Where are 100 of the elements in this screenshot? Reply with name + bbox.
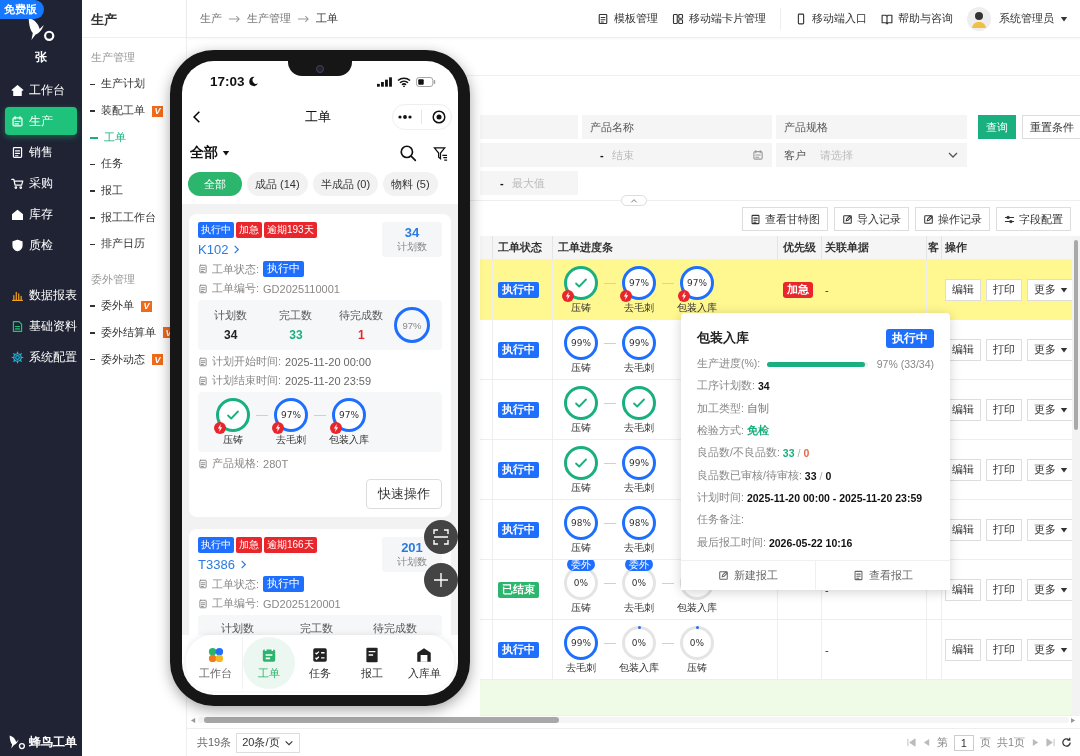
subnav-item[interactable]: 排产日历 xyxy=(82,231,145,258)
work-order-card[interactable]: 执行中 加急 逾期193天 K102 34 计划数 工单状态: 执行中 工单编号: GD2025110001 计划数 34 完工数 33 待完成数 1 97% 计划开始时间: 2025-11-20 00:00 计划结束时间: 2025-11-20 23:59 压铸 97% 去毛刺 97% 包装入库 产品规格: 280T 快速操作 xyxy=(189,214,451,517)
subnav-item[interactable]: 生产计划 xyxy=(82,71,145,98)
nav-item[interactable]: 库存 xyxy=(5,200,77,228)
order-code-link[interactable]: T3386 xyxy=(198,557,235,572)
more-button[interactable]: 更多 xyxy=(1027,518,1072,541)
header-link[interactable]: 模板管理 xyxy=(597,11,658,26)
field-value: 33 xyxy=(804,469,817,482)
quick-action-button[interactable]: 快速操作 xyxy=(366,479,442,509)
plan-count: 34 xyxy=(404,225,420,240)
user-menu[interactable]: 系统管理员 xyxy=(999,11,1068,26)
nav-item[interactable]: 工作台 xyxy=(5,76,77,104)
more-button[interactable]: 更多 xyxy=(1027,458,1072,481)
cart-icon xyxy=(11,176,24,190)
more-button[interactable]: 更多 xyxy=(1027,398,1072,421)
more-button[interactable]: 更多 xyxy=(1027,578,1072,601)
field-label: 客户 xyxy=(784,147,806,163)
tab-bar-item[interactable]: 任务 xyxy=(294,637,347,689)
column-header: 优先级 xyxy=(778,236,822,259)
step-label: 压铸 xyxy=(571,480,591,494)
next-page-icon[interactable] xyxy=(1031,738,1040,747)
subnav-item[interactable]: 装配工单 V xyxy=(82,97,163,125)
progress-ring: 0% xyxy=(622,625,656,660)
nav-item[interactable]: 系统配置 xyxy=(5,343,77,371)
action-button[interactable]: 打印 xyxy=(986,578,1022,601)
action-button[interactable]: 打印 xyxy=(986,518,1022,541)
progress-ring: 99% xyxy=(622,445,656,480)
toolbar-button[interactable]: 操作记录 xyxy=(915,207,990,231)
toolbar-button[interactable]: 字段配置 xyxy=(996,207,1071,231)
page-input[interactable]: 1 xyxy=(953,734,974,751)
scroll-thumb[interactable] xyxy=(204,717,559,723)
column-header: 关联单据 xyxy=(822,236,927,259)
filter-chip[interactable]: 半成品 (0) xyxy=(312,172,379,196)
breadcrumb-item[interactable]: 生产管理 xyxy=(247,11,291,26)
subnav-item[interactable]: 报工工作台 xyxy=(82,204,156,232)
nav-item[interactable]: 基础资料 xyxy=(5,312,77,340)
action-button[interactable]: 打印 xyxy=(986,638,1022,661)
status-badge: 执行中 xyxy=(498,341,539,358)
collapse-button[interactable] xyxy=(620,195,647,206)
filter-icon[interactable] xyxy=(433,145,448,161)
scan-icon xyxy=(433,529,449,545)
product-name-field[interactable]: 产品名称 xyxy=(582,115,772,139)
action-button[interactable]: 编辑 xyxy=(945,578,981,601)
nav-item[interactable]: 销售 xyxy=(5,138,77,166)
action-button[interactable]: 打印 xyxy=(986,278,1022,301)
subnav-item[interactable]: 委外动态 V xyxy=(82,346,163,373)
nav-item[interactable]: 质检 xyxy=(5,231,77,259)
progress-ring: 99% xyxy=(564,325,598,360)
header-link[interactable]: 移动端入口 xyxy=(795,11,867,26)
more-icon xyxy=(397,115,412,119)
reset-button[interactable]: 重置条件 xyxy=(1022,115,1080,139)
product-spec-field[interactable]: 产品规格 xyxy=(776,115,967,139)
toolbar-button[interactable]: 导入记录 xyxy=(834,207,909,231)
breadcrumb-item[interactable]: 生产 xyxy=(200,11,222,26)
nav-item[interactable]: 数据报表 xyxy=(5,281,77,309)
action-button[interactable]: 打印 xyxy=(986,398,1022,421)
plan-count: 201 xyxy=(401,540,423,555)
more-button[interactable]: 更多 xyxy=(1027,278,1072,301)
status-badge: 已结束 xyxy=(498,581,539,598)
action-button[interactable]: 编辑 xyxy=(945,278,981,301)
phone-icon xyxy=(795,12,807,25)
work-order-card[interactable]: 执行中 加急 逾期166天 T3386 201 计划数 工单状态: 执行中 工单编号: GD2025120001 计划数 完工数 待完成数 xyxy=(189,529,451,635)
first-page-icon[interactable] xyxy=(906,738,916,747)
action-button[interactable]: 打印 xyxy=(986,338,1022,361)
tab-bar-item[interactable]: 工作台 xyxy=(190,637,243,689)
scope-dropdown[interactable]: 全部 xyxy=(190,144,230,162)
new-report-button[interactable]: 新建报工 xyxy=(681,561,815,590)
previous-page-icon[interactable] xyxy=(921,738,931,747)
field-label: 工单状态: xyxy=(212,576,260,592)
grid-icon xyxy=(206,645,225,664)
field-label: 工单编号: xyxy=(212,596,260,611)
toolbar-button[interactable]: 查看甘特图 xyxy=(742,207,828,231)
subnav-item[interactable]: 委外单 V xyxy=(82,292,152,320)
action-button[interactable]: 打印 xyxy=(986,458,1022,481)
tab-bar-item[interactable]: 入库单 xyxy=(398,637,450,689)
action-button[interactable]: 编辑 xyxy=(945,638,981,661)
view-report-button[interactable]: 查看报工 xyxy=(815,561,950,590)
step-label: 压铸 xyxy=(571,600,591,614)
caret-icon xyxy=(1060,285,1068,294)
field-label: 任务备注: xyxy=(697,513,744,528)
tab-bar-item[interactable]: 报工 xyxy=(346,637,399,689)
more-button[interactable]: 更多 xyxy=(1027,338,1072,361)
search-icon[interactable] xyxy=(399,144,417,162)
nav-item[interactable]: 采购 xyxy=(5,169,77,197)
filter-chip[interactable]: 成品 (14) xyxy=(247,172,308,196)
last-page-icon[interactable] xyxy=(1046,738,1055,747)
caret-icon xyxy=(1060,405,1068,414)
header-link[interactable]: 帮助与咨询 xyxy=(881,11,953,26)
order-code-link[interactable]: K102 xyxy=(198,242,229,257)
column-header: 客 xyxy=(927,236,942,259)
filter-chip[interactable]: 物料 (5) xyxy=(383,172,438,196)
subnav-item[interactable]: 任务 xyxy=(82,151,123,178)
subnav-item[interactable]: 报工 xyxy=(82,177,123,205)
avatar-icon xyxy=(967,6,991,31)
field-value: 34 xyxy=(757,380,770,393)
header-link[interactable]: 移动端卡片管理 xyxy=(672,11,766,26)
refresh-icon[interactable] xyxy=(1061,737,1072,748)
page-size-select[interactable]: 20条/页 xyxy=(236,732,301,753)
more-button[interactable]: 更多 xyxy=(1027,638,1072,661)
scroll-thumb[interactable] xyxy=(1074,240,1078,430)
